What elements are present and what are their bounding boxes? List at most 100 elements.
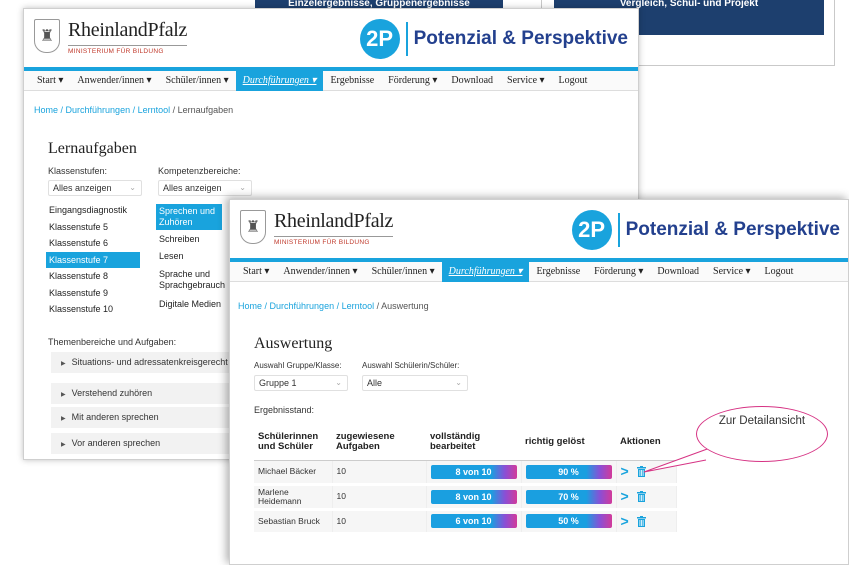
klassenstufe-item[interactable]: Klassenstufe 8 [46,268,140,284]
caret-right-icon: ▶ [61,442,66,448]
crest-icon: ♜ [240,210,266,244]
breadcrumb-home[interactable]: Home [238,301,262,311]
nav-ergebnisse[interactable]: Ergebnisse [529,266,587,277]
breadcrumb-lerntool[interactable]: Lerntool [138,105,171,115]
caret-right-icon: ▶ [61,361,66,367]
caret-right-icon: ▶ [61,392,66,398]
brand-logo[interactable]: 2P Potenzial & Perspektive [571,210,840,250]
nav-download[interactable]: Download [650,266,706,277]
main-nav: Start ▾ Anwender/innen ▾ Schüler/innen ▾… [24,67,638,91]
trash-icon[interactable] [636,515,646,527]
klassenstufe-item[interactable]: Eingangsdiagnostik [46,202,140,218]
nav-durchfuehrungen[interactable]: Durchführungen ▾ [441,261,530,282]
klassenstufen-select-value: Alles anzeigen [53,183,112,193]
breadcrumb-sep: / [58,105,66,115]
nav-durchfuehrungen[interactable]: Durchführungen ▾ [235,70,324,91]
cell-aufgaben: 10 [332,484,427,511]
chevron-down-icon: ⌄ [455,378,462,387]
kompetenz-item[interactable]: Lesen [156,249,222,265]
breadcrumb-durchfuehrungen[interactable]: Durchführungen [270,301,335,311]
col-header-bearbeitet: vollständig bearbeitet [426,424,521,461]
klassenstufen-select[interactable]: Alles anzeigen ⌄ [48,180,142,196]
nav-anwender[interactable]: Anwender/innen ▾ [276,266,364,277]
breadcrumb-current: Auswertung [381,301,429,311]
breadcrumb: Home / Durchführungen / Lerntool / Lerna… [34,105,233,115]
main-nav: Start ▾ Anwender/innen ▾ Schüler/innen ▾… [230,258,848,282]
table-row: Michael Bäcker 10 8 von 10 90 % > [254,460,677,486]
geloest-bar: 90 % [525,464,612,479]
themen-item-label: Verstehend zuhören [71,388,153,398]
brand-logo[interactable]: 2P Potenzial & Perspektive [359,19,628,59]
schueler-label: Auswahl Schülerin/Schüler: [362,361,460,370]
brand-separator [405,22,408,56]
nav-schueler[interactable]: Schüler/innen ▾ [159,75,236,86]
nav-logout[interactable]: Logout [552,75,595,86]
breadcrumb-sep: / [334,301,342,311]
background-card-left: Einzelergebnisse, Gruppenergebnisse [229,0,529,22]
nav-logout[interactable]: Logout [758,266,801,277]
klassenstufe-item[interactable]: Klassenstufe 9 [46,285,140,301]
bearbeitet-bar: 8 von 10 [430,489,517,504]
brand-text: Potenzial & Perspektive [413,28,628,49]
breadcrumb: Home / Durchführungen / Lerntool / Auswe… [238,301,429,311]
rlp-ministry: MINISTERIUM FÜR BILDUNG [68,45,188,55]
gruppe-label: Auswahl Gruppe/Klasse: [254,361,342,370]
rlp-ministry: MINISTERIUM FÜR BILDUNG [274,236,394,246]
gruppe-select-value: Gruppe 1 [259,378,297,388]
cell-name: Sebastian Bruck [254,509,333,535]
header: ♜ RheinlandPfalz MINISTERIUM FÜR BILDUNG… [24,9,638,67]
chevron-right-icon[interactable]: > [621,489,629,503]
nav-download[interactable]: Download [444,75,500,86]
crest-icon: ♜ [34,19,60,53]
themen-item-label: Vor anderen sprechen [71,438,161,448]
nav-schueler[interactable]: Schüler/innen ▾ [365,266,442,277]
rlp-name: RheinlandPfalz [274,210,394,232]
klassenstufe-item[interactable]: Klassenstufe 5 [46,219,140,235]
klassenstufe-item[interactable]: Klassenstufe 6 [46,235,140,251]
klassenstufe-item-selected[interactable]: Klassenstufe 7 [46,251,140,268]
kompetenz-item[interactable]: Schreiben [156,232,222,248]
kompetenz-item-selected[interactable]: Sprechen und Zuhören [156,204,222,230]
gruppe-select[interactable]: Gruppe 1 ⌄ [254,375,348,391]
nav-foerderung[interactable]: Förderung ▾ [587,266,650,277]
breadcrumb-sep: / [130,105,138,115]
chevron-right-icon[interactable]: > [621,514,629,528]
nav-start[interactable]: Start ▾ [30,75,70,86]
schueler-select[interactable]: Alle ⌄ [362,375,468,391]
page-title: Lernaufgaben [48,140,137,157]
header: ♜ RheinlandPfalz MINISTERIUM FÜR BILDUNG… [230,200,848,258]
nav-start[interactable]: Start ▾ [236,266,276,277]
results-table: Schülerinnen und Schüler zugewiesene Auf… [254,424,677,535]
chevron-down-icon: ⌄ [129,183,136,192]
nav-service[interactable]: Service ▾ [500,75,552,86]
themen-item-label: Mit anderen sprechen [71,412,159,422]
row-actions: > [621,489,672,503]
brand-badge-icon: 2P [571,210,612,250]
rlp-logo[interactable]: ♜ RheinlandPfalz MINISTERIUM FÜR BILDUNG [240,210,393,246]
bearbeitet-bar: 8 von 10 [430,464,517,479]
trash-icon[interactable] [636,491,646,502]
kompetenz-item[interactable]: Sprache und Sprachgebrauch [156,267,225,293]
klassenstufe-item[interactable]: Klassenstufe 10 [46,301,140,317]
nav-ergebnisse[interactable]: Ergebnisse [323,75,381,86]
chevron-down-icon: ⌄ [335,378,342,387]
rlp-logo[interactable]: ♜ RheinlandPfalz MINISTERIUM FÜR BILDUNG [34,19,187,55]
detailansicht-callout: Zur Detailansicht [696,406,828,462]
nav-foerderung[interactable]: Förderung ▾ [381,75,444,86]
breadcrumb-durchfuehrungen[interactable]: Durchführungen [66,105,131,115]
nav-anwender[interactable]: Anwender/innen ▾ [70,75,158,86]
breadcrumb-sep: / [262,301,270,311]
breadcrumb-home[interactable]: Home [34,105,58,115]
kompetenz-select-value: Alles anzeigen [163,183,222,193]
cell-aufgaben: 10 [332,509,427,535]
kompetenz-item[interactable]: Digitale Medien [156,297,236,313]
nav-service[interactable]: Service ▾ [706,266,758,277]
page-title: Auswertung [254,335,333,352]
kompetenz-select[interactable]: Alles anzeigen ⌄ [158,180,252,196]
col-header-geloest: richtig gelöst [521,424,616,461]
cell-name: Marlene Heidemann [254,484,333,511]
chevron-right-icon[interactable]: > [621,464,629,478]
geloest-bar: 50 % [525,514,612,528]
breadcrumb-lerntool[interactable]: Lerntool [342,301,375,311]
table-row: Marlene Heidemann 10 8 von 10 70 % > [254,484,677,511]
